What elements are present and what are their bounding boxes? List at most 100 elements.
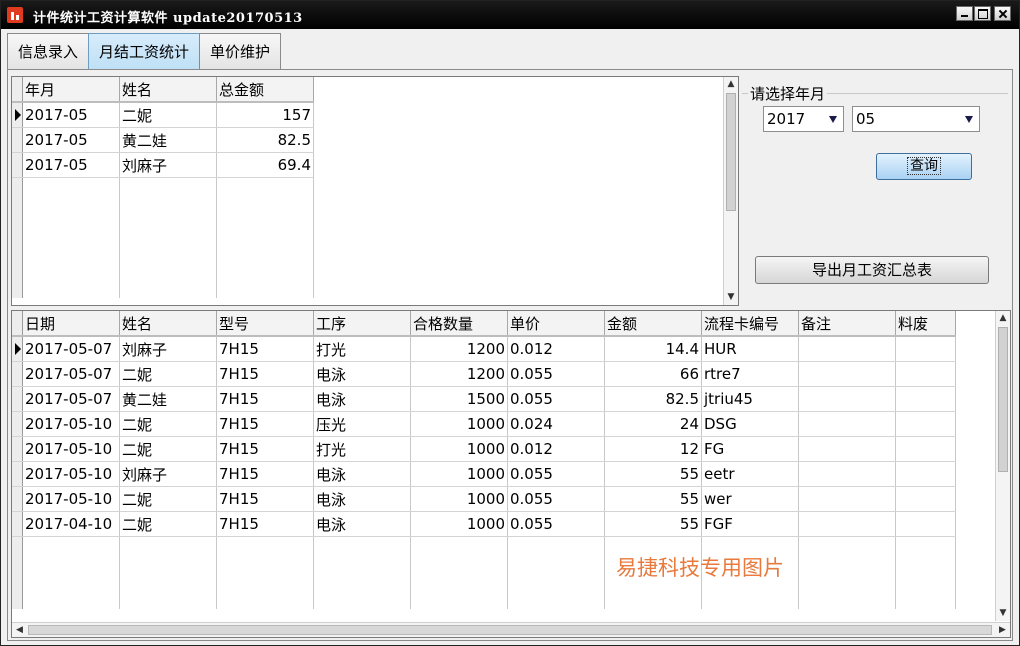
table-cell[interactable]: 电泳 [313, 386, 411, 412]
detail-col-name[interactable]: 姓名 [119, 311, 217, 337]
app-chart-icon[interactable] [7, 7, 23, 23]
detail-col-card-no[interactable]: 流程卡编号 [701, 311, 799, 337]
table-cell[interactable]: 2017-05 [22, 127, 120, 153]
table-cell[interactable] [798, 511, 896, 537]
detail-col-date[interactable]: 日期 [22, 311, 120, 337]
table-cell[interactable]: 7H15 [216, 411, 314, 437]
detail-col-remarks[interactable]: 备注 [798, 311, 896, 337]
table-cell[interactable]: 55 [604, 511, 702, 537]
table-cell[interactable]: FGF [701, 511, 799, 537]
table-cell[interactable]: 7H15 [216, 436, 314, 462]
table-cell[interactable]: 55 [604, 486, 702, 512]
export-summary-button[interactable]: 导出月工资汇总表 [755, 256, 989, 284]
query-button[interactable]: 查询 [876, 153, 972, 180]
table-cell[interactable]: 0.012 [507, 436, 605, 462]
table-cell[interactable]: 7H15 [216, 461, 314, 487]
table-cell[interactable]: eetr [701, 461, 799, 487]
summary-col-yearmonth[interactable]: 年月 [22, 77, 120, 103]
table-cell[interactable]: 1000 [410, 411, 508, 437]
table-cell[interactable]: 7H15 [216, 336, 314, 362]
table-cell[interactable]: 二妮 [119, 436, 217, 462]
tab-unit-price[interactable]: 单价维护 [199, 33, 282, 69]
table-cell[interactable]: 0.055 [507, 386, 605, 412]
table-cell[interactable]: 刘麻子 [119, 152, 217, 178]
scroll-up-icon[interactable]: ▲ [996, 311, 1010, 326]
table-cell[interactable]: wer [701, 486, 799, 512]
detail-col-scrap[interactable]: 料废 [895, 311, 956, 337]
table-cell[interactable]: 82.5 [604, 386, 702, 412]
minimize-button[interactable] [956, 6, 973, 21]
scroll-left-icon[interactable]: ◀ [12, 623, 27, 637]
table-cell[interactable]: 二妮 [119, 511, 217, 537]
table-row[interactable]: 2017-05 二妮 157 [12, 102, 314, 128]
table-cell[interactable]: 2017-05-07 [22, 361, 120, 387]
table-cell[interactable]: 1000 [410, 461, 508, 487]
table-cell[interactable]: 0.012 [507, 336, 605, 362]
table-cell[interactable]: 2017-05 [22, 102, 120, 128]
table-cell[interactable] [895, 411, 956, 437]
table-cell[interactable]: 82.5 [216, 127, 314, 153]
table-cell[interactable]: 1500 [410, 386, 508, 412]
table-cell[interactable]: 1000 [410, 436, 508, 462]
scroll-up-icon[interactable]: ▲ [724, 77, 738, 92]
summary-col-name[interactable]: 姓名 [119, 77, 217, 103]
table-cell[interactable]: 二妮 [119, 102, 217, 128]
detail-col-model[interactable]: 型号 [216, 311, 314, 337]
detail-col-qualified-qty[interactable]: 合格数量 [410, 311, 508, 337]
table-cell[interactable] [798, 461, 896, 487]
table-cell[interactable] [798, 436, 896, 462]
summary-grid[interactable]: 年月 姓名 总金额 2017-05 二妮 157 2017-05 黄二娃 82.… [11, 76, 739, 306]
chevron-down-icon[interactable] [829, 116, 837, 123]
table-cell[interactable]: DSG [701, 411, 799, 437]
scroll-thumb[interactable] [28, 625, 992, 635]
table-cell[interactable] [895, 511, 956, 537]
table-cell[interactable]: 黄二娃 [119, 386, 217, 412]
tab-info-entry[interactable]: 信息录入 [7, 33, 90, 69]
table-cell[interactable]: 2017-05-07 [22, 336, 120, 362]
table-cell[interactable]: 压光 [313, 411, 411, 437]
table-cell[interactable]: rtre7 [701, 361, 799, 387]
table-cell[interactable]: 7H15 [216, 386, 314, 412]
table-cell[interactable]: 2017-05-10 [22, 461, 120, 487]
table-cell[interactable] [798, 361, 896, 387]
detail-col-unit-price[interactable]: 单价 [507, 311, 605, 337]
table-cell[interactable]: 69.4 [216, 152, 314, 178]
table-cell[interactable]: 二妮 [119, 486, 217, 512]
table-cell[interactable] [895, 436, 956, 462]
table-cell[interactable] [798, 411, 896, 437]
table-row[interactable]: 2017-05-07 刘麻子 7H15 打光 1200 0.012 14.4 HUR [12, 336, 956, 362]
table-cell[interactable] [798, 486, 896, 512]
maximize-button[interactable] [974, 6, 991, 21]
title-bar[interactable]: 计件统计工资计算软件 update20170513 [1, 1, 1019, 29]
table-cell[interactable]: 0.055 [507, 511, 605, 537]
summary-vertical-scrollbar[interactable]: ▲ ▼ [723, 77, 738, 305]
detail-horizontal-scrollbar[interactable]: ◀ ▶ [12, 622, 1010, 637]
scroll-down-icon[interactable]: ▼ [724, 290, 738, 305]
table-cell[interactable] [895, 361, 956, 387]
scroll-down-icon[interactable]: ▼ [996, 606, 1010, 621]
table-cell[interactable] [798, 386, 896, 412]
scroll-right-icon[interactable]: ▶ [995, 623, 1010, 637]
table-cell[interactable]: 0.055 [507, 461, 605, 487]
table-row[interactable]: 2017-05-10 二妮 7H15 电泳 1000 0.055 55 wer [12, 486, 956, 512]
table-cell[interactable]: 0.055 [507, 486, 605, 512]
table-cell[interactable]: 电泳 [313, 511, 411, 537]
table-cell[interactable]: 1000 [410, 486, 508, 512]
table-cell[interactable]: 电泳 [313, 461, 411, 487]
table-cell[interactable]: 1000 [410, 511, 508, 537]
table-cell[interactable]: 打光 [313, 436, 411, 462]
year-select[interactable]: 2017 [763, 106, 844, 132]
table-cell[interactable]: 电泳 [313, 361, 411, 387]
table-cell[interactable]: 黄二娃 [119, 127, 217, 153]
close-button[interactable] [994, 6, 1011, 21]
table-cell[interactable]: 2017-05-07 [22, 386, 120, 412]
table-cell[interactable]: jtriu45 [701, 386, 799, 412]
table-cell[interactable]: 7H15 [216, 486, 314, 512]
table-row[interactable]: 2017-05 刘麻子 69.4 [12, 152, 314, 178]
table-cell[interactable]: 2017-05-10 [22, 411, 120, 437]
table-cell[interactable]: 2017-05 [22, 152, 120, 178]
table-cell[interactable]: 1200 [410, 361, 508, 387]
table-row[interactable]: 2017-05-07 黄二娃 7H15 电泳 1500 0.055 82.5 jtriu45 [12, 386, 956, 412]
table-cell[interactable]: FG [701, 436, 799, 462]
scroll-thumb[interactable] [998, 327, 1008, 472]
